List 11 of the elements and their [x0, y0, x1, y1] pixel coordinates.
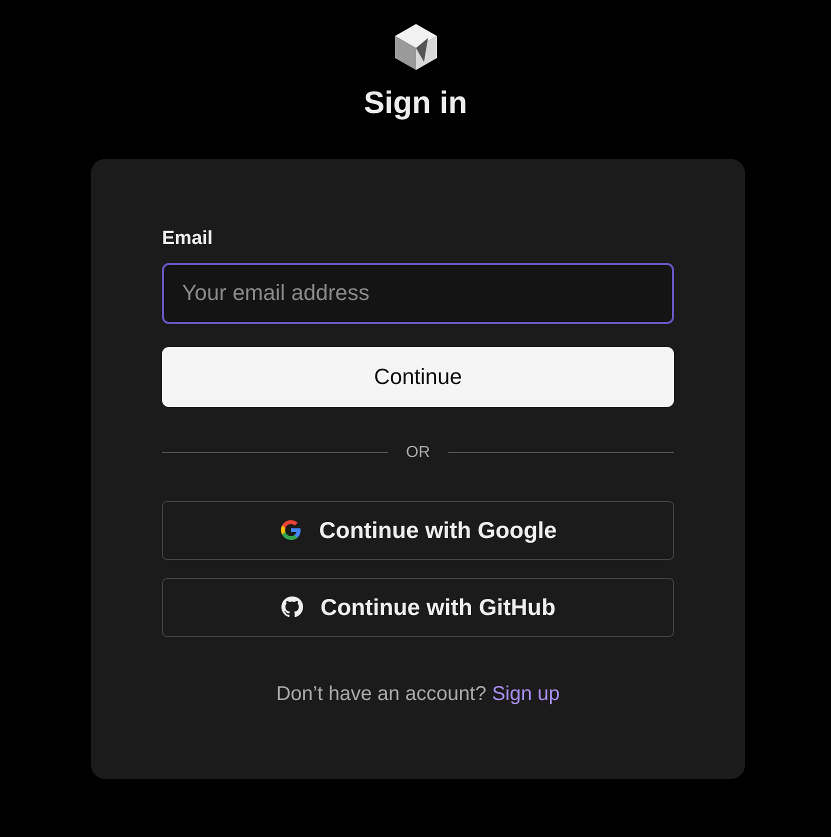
sign-up-link[interactable]: Sign up [492, 682, 560, 705]
provider-button[interactable]: Continue with Google [162, 500, 674, 560]
google-logo-icon [279, 518, 304, 542]
github-logo-icon [280, 595, 304, 620]
page-title: Sign in [362, 84, 468, 122]
signup-prompt: Don’t have an account? [276, 682, 486, 705]
email-field[interactable]: Your email address [162, 262, 674, 324]
provider-button[interactable]: Continue with GitHub [162, 578, 674, 637]
divider-text: OR [406, 442, 430, 463]
continue-button[interactable]: Continue [162, 346, 674, 407]
email-label: Email [162, 227, 213, 252]
